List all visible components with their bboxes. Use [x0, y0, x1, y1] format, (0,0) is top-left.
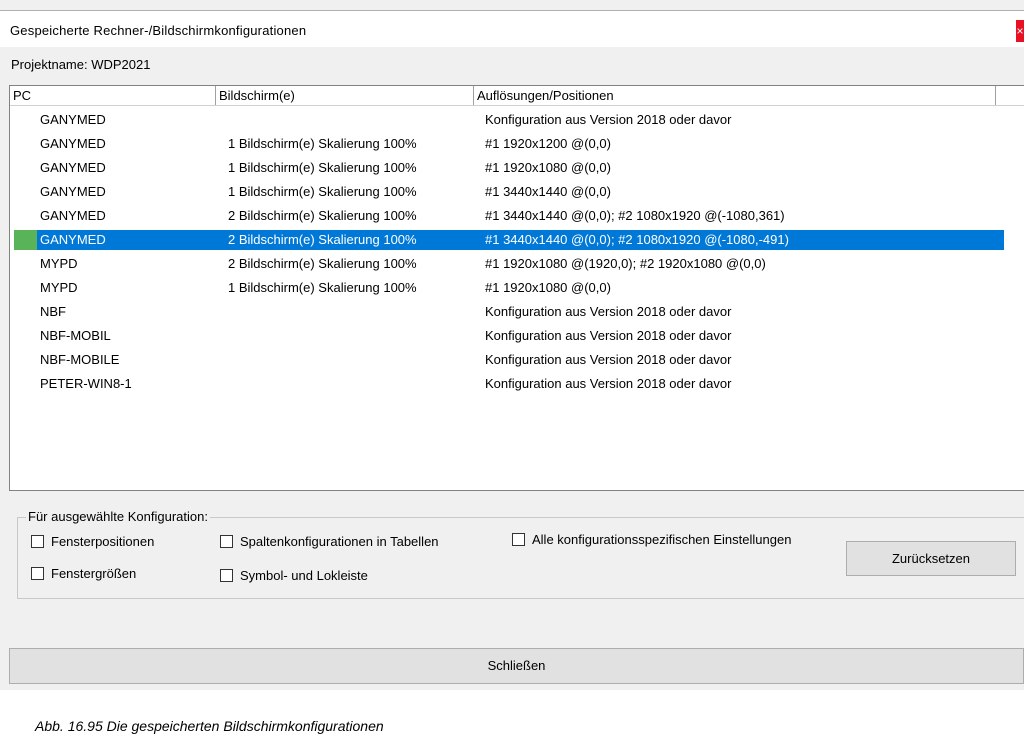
cell-pc: MYPD	[40, 256, 78, 271]
cell-bildschirme: 2 Bildschirm(e) Skalierung 100%	[228, 208, 417, 223]
column-header-pc[interactable]: PC	[10, 86, 216, 105]
cell-pc: NBF-MOBIL	[40, 328, 111, 343]
table-row[interactable]: GANYMED Konfiguration aus Version 2018 od…	[10, 108, 1024, 132]
active-config-marker	[14, 230, 37, 250]
cell-pc: NBF	[40, 304, 66, 319]
cell-aufloesungen: #1 3440x1440 @(0,0); #2 1080x1920 @(-108…	[485, 232, 789, 247]
cell-pc: GANYMED	[40, 184, 106, 199]
checkbox-label: Alle konfigurationsspezifischen Einstell…	[532, 532, 792, 547]
cell-bildschirme: 1 Bildschirm(e) Skalierung 100%	[228, 160, 417, 175]
cell-pc: GANYMED	[40, 160, 106, 175]
window-title: Gespeicherte Rechner-/Bildschirmkonfigur…	[10, 23, 307, 38]
title-bar[interactable]: Gespeicherte Rechner-/Bildschirmkonfigur…	[0, 10, 1024, 47]
cell-aufloesungen: #1 1920x1080 @(0,0)	[485, 280, 611, 295]
cell-aufloesungen: #1 1920x1080 @(0,0)	[485, 160, 611, 175]
table-row[interactable]: MYPD 1 Bildschirm(e) Skalierung 100% #1 19…	[10, 276, 1024, 300]
cell-aufloesungen: #1 1920x1080 @(1920,0); #2 1920x1080 @(0…	[485, 256, 766, 271]
cell-pc: PETER-WIN8-1	[40, 376, 132, 391]
cell-bildschirme: 2 Bildschirm(e) Skalierung 100%	[228, 232, 417, 247]
table-row[interactable]: NBF-MOBIL Konfiguration aus Version 2018 …	[10, 324, 1024, 348]
project-name: Projektname: WDP2021	[11, 57, 151, 72]
table-row[interactable]: PETER-WIN8-1 Konfiguration aus Version 20…	[10, 372, 1024, 396]
cell-bildschirme: 1 Bildschirm(e) Skalierung 100%	[228, 280, 417, 295]
cell-bildschirme: 1 Bildschirm(e) Skalierung 100%	[228, 136, 417, 151]
cell-aufloesungen: Konfiguration aus Version 2018 oder davo…	[485, 352, 732, 367]
cell-pc: GANYMED	[40, 232, 106, 247]
table-row-selected[interactable]: GANYMED 2 Bildschirm(e) Skalierung 100% #1…	[10, 228, 1024, 252]
cell-pc: GANYMED	[40, 208, 106, 223]
table-row[interactable]: GANYMED 1 Bildschirm(e) Skalierung 100% #1…	[10, 180, 1024, 204]
cell-aufloesungen: #1 3440x1440 @(0,0)	[485, 184, 611, 199]
column-header-bildschirme[interactable]: Bildschirm(e)	[216, 86, 474, 105]
list-header: PC Bildschirm(e) Auflösungen/Positionen	[10, 86, 1024, 106]
cell-aufloesungen: #1 3440x1440 @(0,0); #2 1080x1920 @(-108…	[485, 208, 785, 223]
cell-aufloesungen: Konfiguration aus Version 2018 oder davo…	[485, 328, 732, 343]
cell-pc: MYPD	[40, 280, 78, 295]
cell-pc: NBF-MOBILE	[40, 352, 120, 367]
close-button[interactable]: Schließen	[9, 648, 1024, 684]
reset-button[interactable]: Zurücksetzen	[846, 541, 1016, 576]
list-rows: GANYMED Konfiguration aus Version 2018 od…	[10, 108, 1024, 396]
cell-bildschirme: 2 Bildschirm(e) Skalierung 100%	[228, 256, 417, 271]
table-row[interactable]: GANYMED 1 Bildschirm(e) Skalierung 100% #1…	[10, 132, 1024, 156]
cell-bildschirme: 1 Bildschirm(e) Skalierung 100%	[228, 184, 417, 199]
configuration-list[interactable]: PC Bildschirm(e) Auflösungen/Positionen …	[9, 85, 1024, 491]
table-row[interactable]: NBF Konfiguration aus Version 2018 oder d…	[10, 300, 1024, 324]
figure-caption: Abb. 16.95 Die gespeicherten Bildschirmk…	[35, 718, 384, 734]
checkbox-label: Fensterpositionen	[51, 534, 155, 549]
cell-pc: GANYMED	[40, 112, 106, 127]
close-icon[interactable]: ×	[1016, 20, 1024, 42]
checkbox-label: Spaltenkonfigurationen in Tabellen	[240, 534, 439, 549]
table-row[interactable]: GANYMED 1 Bildschirm(e) Skalierung 100% #1…	[10, 156, 1024, 180]
checkbox-box[interactable]	[512, 533, 525, 546]
cell-aufloesungen: Konfiguration aus Version 2018 oder davo…	[485, 304, 732, 319]
checkbox-box[interactable]	[220, 535, 233, 548]
checkbox-box[interactable]	[31, 535, 44, 548]
column-header-aufloesungen[interactable]: Auflösungen/Positionen	[474, 86, 996, 105]
checkbox-label: Symbol- und Lokleiste	[240, 568, 368, 583]
checkbox-box[interactable]	[220, 569, 233, 582]
table-row[interactable]: GANYMED 2 Bildschirm(e) Skalierung 100% #1…	[10, 204, 1024, 228]
cell-aufloesungen: Konfiguration aus Version 2018 oder davo…	[485, 112, 732, 127]
cell-aufloesungen: Konfiguration aus Version 2018 oder davo…	[485, 376, 732, 391]
checkbox-label: Fenstergrößen	[51, 566, 137, 581]
cell-aufloesungen: #1 1920x1200 @(0,0)	[485, 136, 611, 151]
dialog-window: Gespeicherte Rechner-/Bildschirmkonfigur…	[0, 0, 1024, 690]
cell-pc: GANYMED	[40, 136, 106, 151]
table-row[interactable]: NBF-MOBILE Konfiguration aus Version 2018…	[10, 348, 1024, 372]
group-label: Für ausgewählte Konfiguration:	[26, 509, 210, 524]
table-row[interactable]: MYPD 2 Bildschirm(e) Skalierung 100% #1 19…	[10, 252, 1024, 276]
checkbox-box[interactable]	[31, 567, 44, 580]
